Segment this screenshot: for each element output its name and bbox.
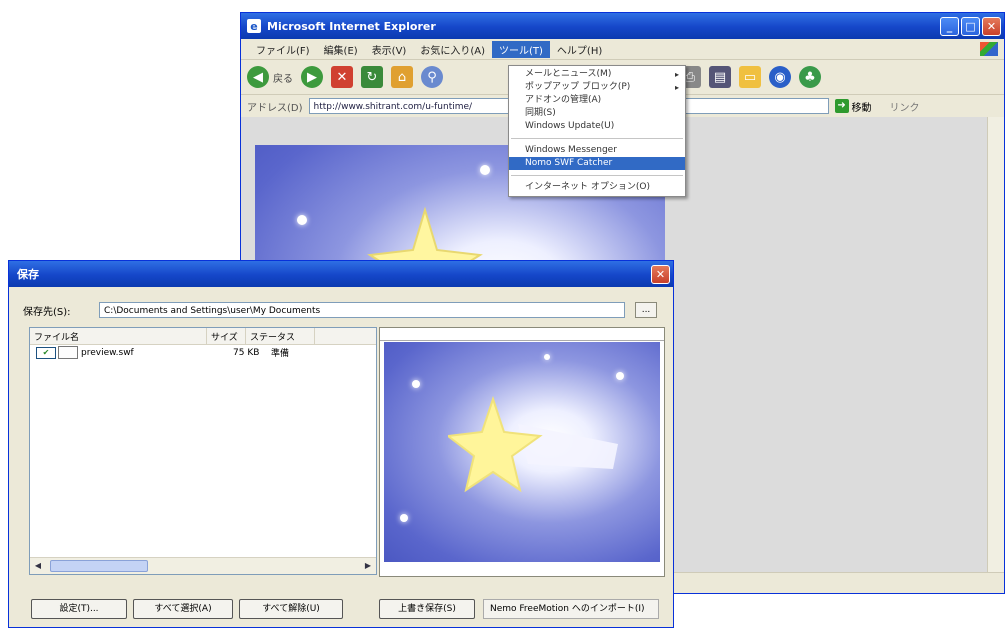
menu-help[interactable]: ヘルプ(H) (550, 41, 609, 58)
preview-star-image (384, 342, 660, 562)
menu-item-popup-blocker[interactable]: ポップアップ ブロック(P) (509, 81, 685, 94)
column-status[interactable]: ステータス (246, 328, 315, 344)
menu-separator (511, 138, 683, 139)
ie-title: Microsoft Internet Explorer (267, 19, 436, 33)
links-label[interactable]: リンク (890, 99, 920, 114)
scroll-right-icon[interactable]: ▶ (360, 559, 376, 573)
preview-panel (379, 327, 665, 577)
import-button[interactable]: Nemo FreeMotion へのインポート(I) (483, 599, 659, 619)
file-size: 75 KB (233, 347, 260, 358)
menu-file[interactable]: ファイル(F) (249, 41, 317, 58)
folder-icon[interactable]: ▭ (739, 66, 761, 88)
ie-menu-bar: ファイル(F) 編集(E) 表示(V) お気に入り(A) ツール(T) ヘルプ(… (241, 39, 1004, 60)
minimize-button[interactable]: _ (940, 16, 959, 36)
menu-favorites[interactable]: お気に入り(A) (413, 41, 492, 58)
search-icon[interactable]: ⚲ (421, 66, 443, 88)
messenger-icon[interactable]: ◉ (769, 66, 791, 88)
file-status: 準備 (271, 349, 290, 359)
menu-tools[interactable]: ツール(T) (492, 40, 550, 58)
save-dialog: 保存 ✕ 保存先(S): C:\Documents and Settings\u… (8, 260, 674, 628)
column-size[interactable]: サイズ (207, 328, 246, 344)
overwrite-save-button[interactable]: 上書き保存(S) (379, 599, 475, 619)
menu-item-windows-update[interactable]: Windows Update(U) (509, 120, 685, 133)
home-icon[interactable]: ⌂ (391, 66, 413, 88)
menu-edit[interactable]: 編集(E) (317, 41, 365, 58)
menu-view[interactable]: 表示(V) (365, 41, 414, 58)
back-arrow-icon[interactable]: ◀ (247, 66, 269, 88)
ie-title-bar[interactable]: e Microsoft Internet Explorer _ □ ✕ (241, 13, 1004, 39)
settings-button[interactable]: 設定(T)... (31, 599, 127, 619)
menu-item-swf-catcher[interactable]: Nomo SWF Catcher (509, 157, 685, 170)
menu-item-internet-options[interactable]: インターネット オプション(O) (509, 181, 685, 194)
menu-item-windows-messenger[interactable]: Windows Messenger (509, 144, 685, 157)
file-list: ファイル名 サイズ ステータス ✔ preview.swf 75 KB 準備 ◀… (29, 327, 377, 575)
windows-flag-icon (980, 42, 998, 56)
dialog-title-bar[interactable]: 保存 ✕ (9, 261, 673, 287)
file-checkbox[interactable]: ✔ (36, 346, 56, 359)
save-path-field[interactable]: C:\Documents and Settings\user\My Docume… (99, 302, 625, 318)
save-to-label: 保存先(S): (23, 306, 71, 318)
people-icon[interactable]: ♣ (799, 66, 821, 88)
preview-shooting-star-graphic (448, 395, 618, 493)
stop-icon[interactable]: ✕ (331, 66, 353, 88)
file-list-header: ファイル名 サイズ ステータス (30, 328, 376, 345)
file-row[interactable]: ✔ preview.swf 75 KB 準備 (30, 345, 376, 360)
address-label: アドレス(D) (247, 102, 303, 114)
ie-app-icon: e (247, 19, 261, 33)
ie-vertical-scrollbar[interactable] (987, 117, 1004, 573)
forward-arrow-icon[interactable]: ▶ (301, 66, 323, 88)
go-button[interactable]: ➜ 移動 (834, 99, 872, 114)
select-all-button[interactable]: すべて選択(A) (133, 599, 233, 619)
close-button[interactable]: ✕ (982, 16, 1001, 36)
edit-icon[interactable]: ▤ (709, 66, 731, 88)
menu-item-manage-addons[interactable]: アドオンの管理(A) (509, 94, 685, 107)
go-arrow-icon: ➜ (834, 99, 849, 113)
go-label: 移動 (851, 102, 872, 114)
menu-separator (511, 175, 683, 176)
browse-button[interactable]: ... (635, 302, 657, 318)
menu-item-mail-news[interactable]: メールとニュース(M) (509, 68, 685, 81)
scroll-thumb[interactable] (50, 560, 148, 572)
menu-item-synchronize[interactable]: 同期(S) (509, 107, 685, 120)
tools-dropdown-menu: メールとニュース(M) ポップアップ ブロック(P) アドオンの管理(A) 同期… (508, 65, 686, 197)
file-icon (58, 346, 78, 359)
refresh-icon[interactable]: ↻ (361, 66, 383, 88)
file-list-hscrollbar[interactable]: ◀ ▶ (30, 557, 376, 574)
dialog-title: 保存 (17, 268, 39, 281)
column-filename[interactable]: ファイル名 (30, 328, 207, 344)
scroll-left-icon[interactable]: ◀ (30, 559, 46, 573)
dialog-close-button[interactable]: ✕ (651, 264, 670, 284)
file-name: preview.swf (81, 347, 134, 358)
back-label[interactable]: 戻る (273, 70, 293, 85)
save-location-row: 保存先(S): C:\Documents and Settings\user\M… (23, 301, 657, 319)
maximize-button[interactable]: □ (961, 16, 980, 36)
deselect-all-button[interactable]: すべて解除(U) (239, 599, 343, 619)
preview-top-bar (380, 328, 664, 341)
